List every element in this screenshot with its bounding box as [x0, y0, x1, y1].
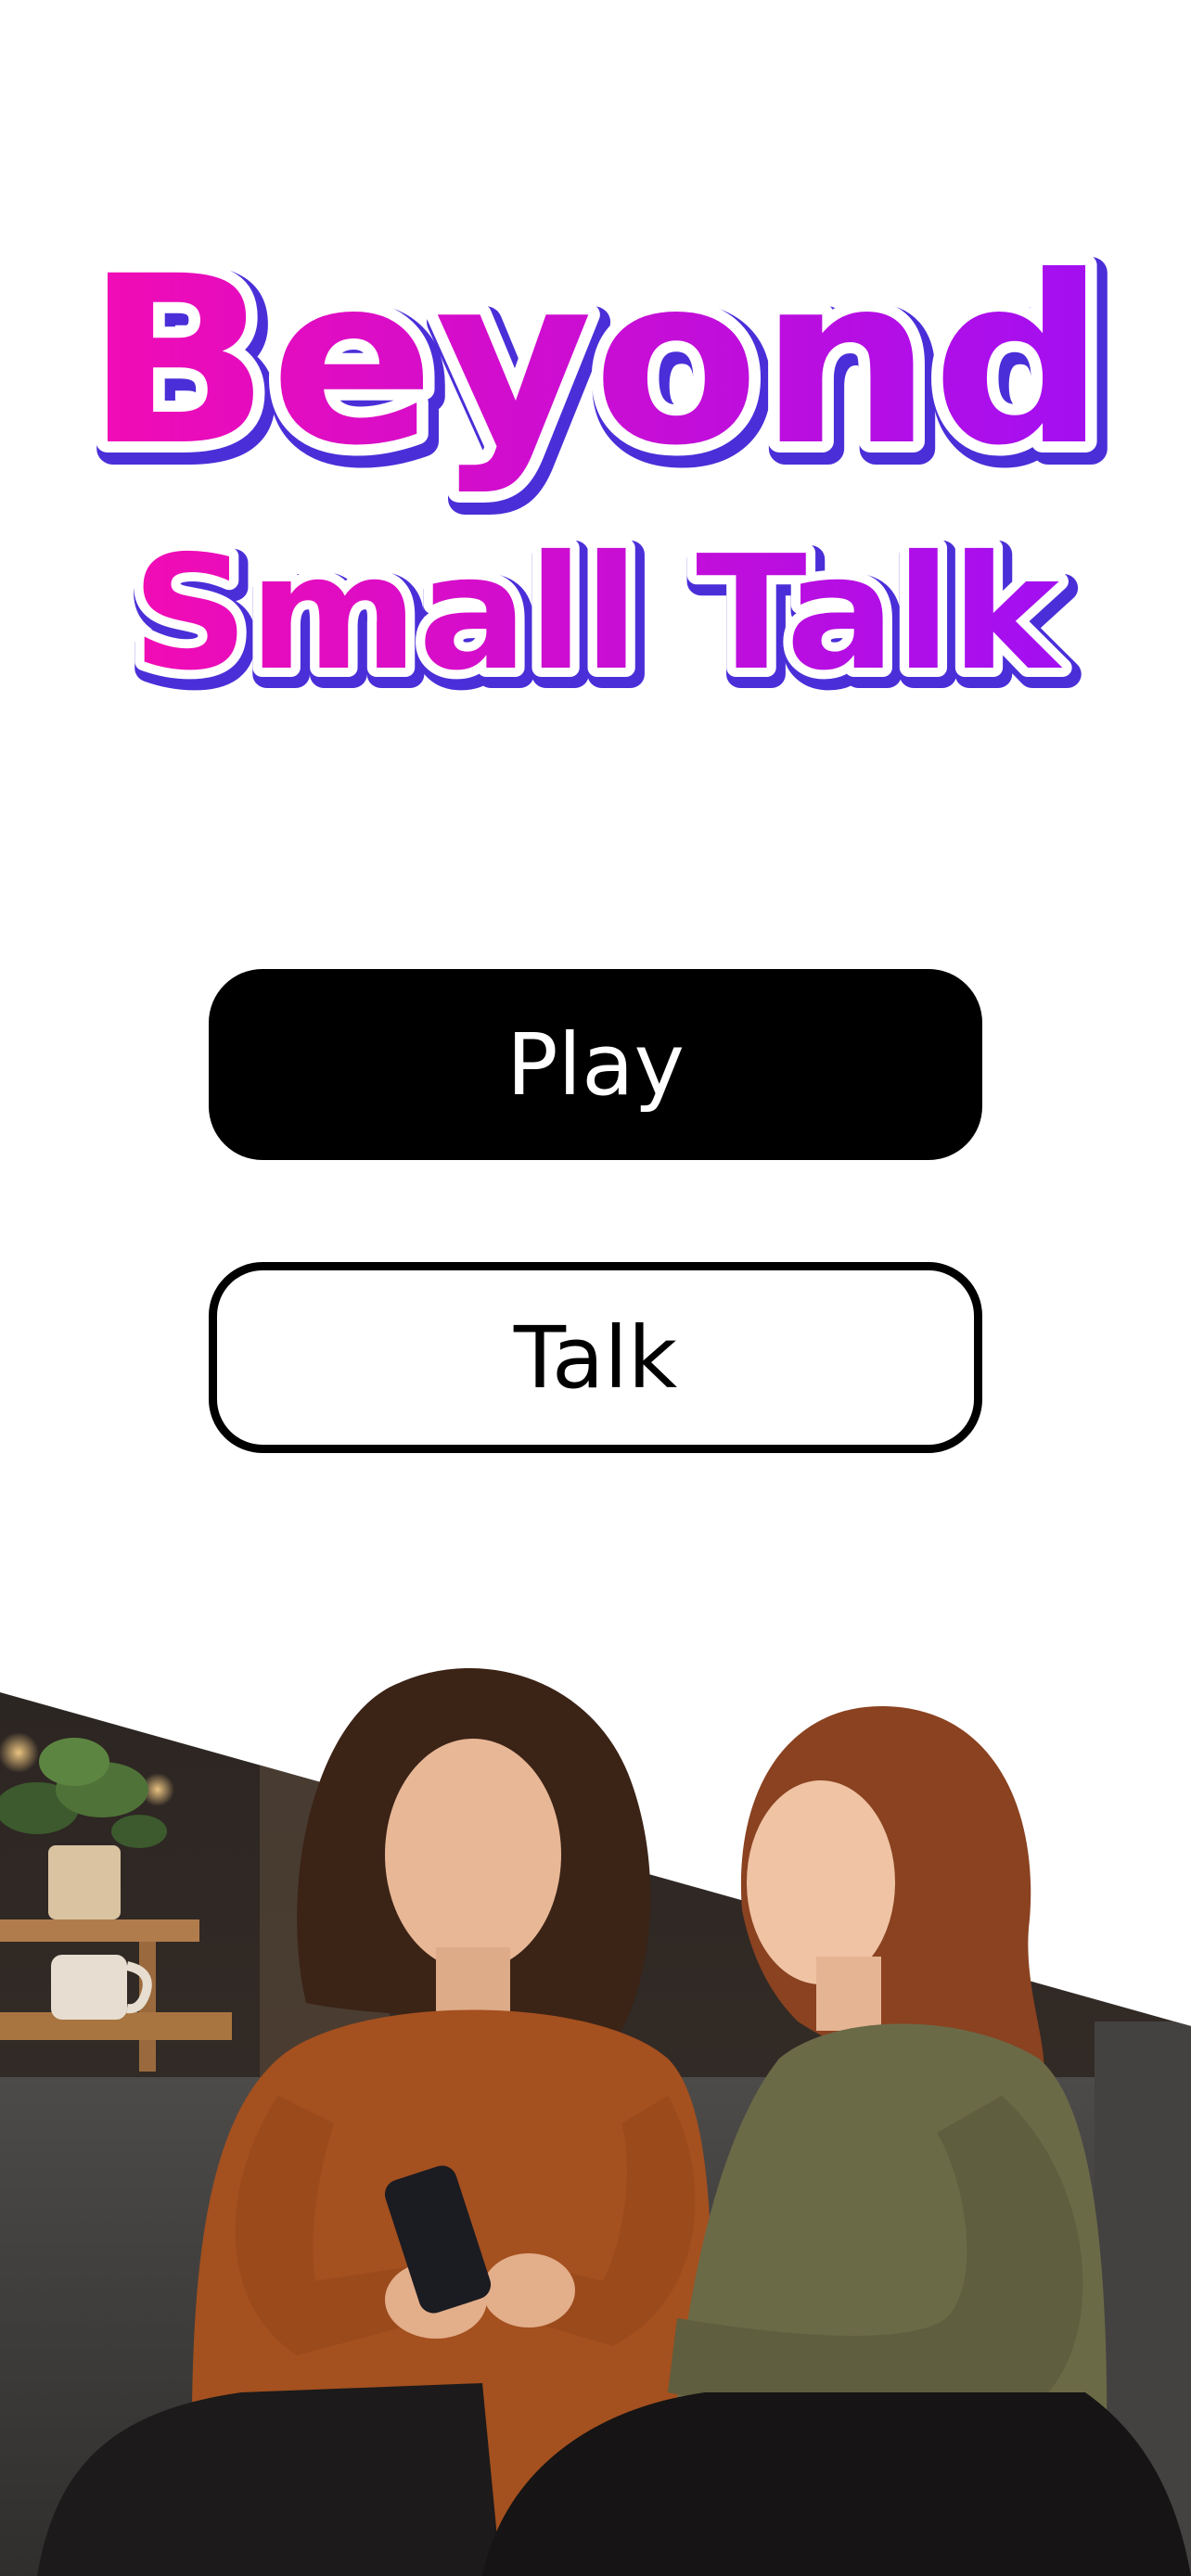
title-line-2: Small Talk [132, 522, 1063, 705]
start-screen: Beyond Beyond Beyond Small Talk Small Ta… [0, 0, 1191, 2576]
talk-button[interactable]: Talk [209, 1262, 982, 1453]
talk-button-label: Talk [513, 1307, 678, 1408]
hero-photo [0, 1576, 1191, 2576]
title-line-1: Beyond [85, 226, 1106, 496]
play-button[interactable]: Play [209, 969, 982, 1160]
play-button-label: Play [506, 1014, 685, 1115]
app-logo: Beyond Beyond Beyond Small Talk Small Ta… [0, 223, 1191, 705]
